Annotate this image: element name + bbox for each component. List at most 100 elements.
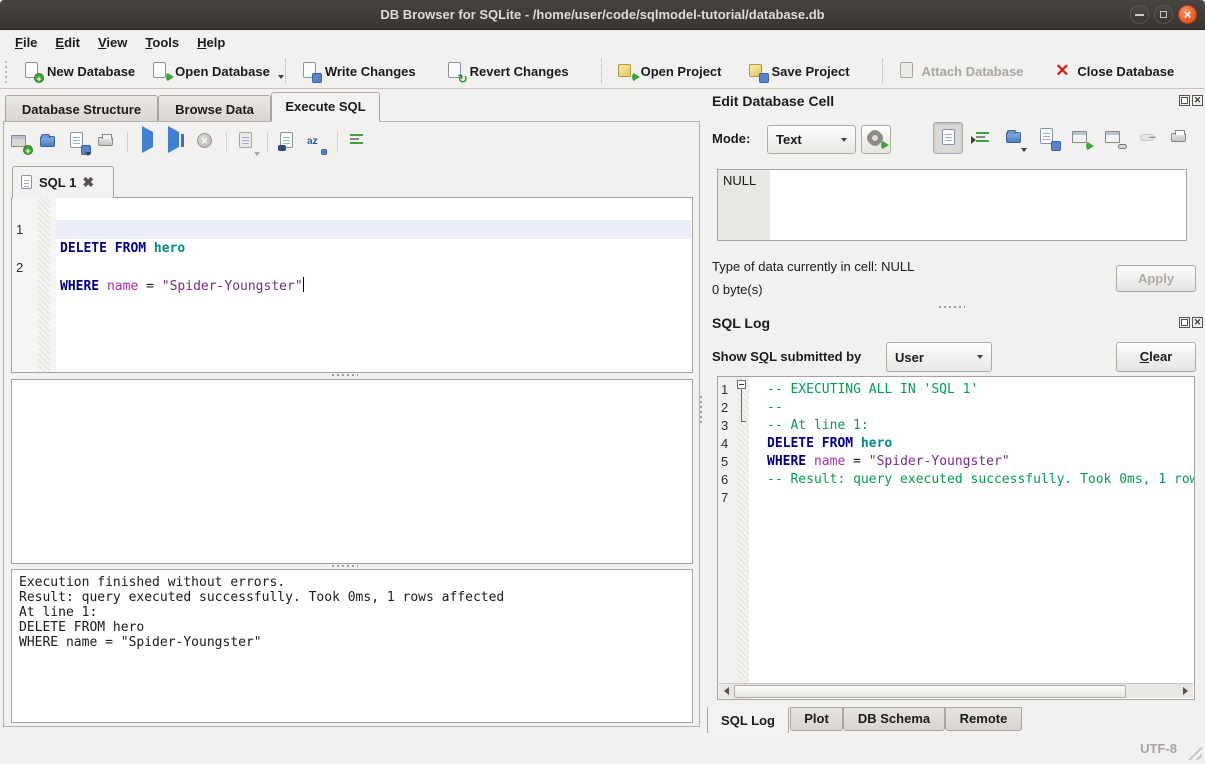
log-horizontal-scrollbar[interactable] <box>719 683 1193 698</box>
save-project-button[interactable]: Save Project <box>740 58 858 84</box>
sql-file-tab[interactable]: SQL 1 ✖ <box>12 166 114 198</box>
menu-help[interactable]: Help <box>188 32 234 53</box>
message-line: DELETE FROM hero <box>19 620 144 635</box>
write-changes-button[interactable]: Write Changes <box>293 58 424 84</box>
menu-tools-label: ools <box>152 35 179 50</box>
revert-changes-button[interactable]: ↻ Revert Changes <box>438 58 577 84</box>
write-changes-label: Write Changes <box>325 64 416 79</box>
editor-results-splitter[interactable] <box>332 374 358 376</box>
new-sql-tab-button[interactable]: + <box>10 132 30 152</box>
menubar: File Edit View Tools Help <box>0 30 1205 54</box>
copy-link-button[interactable] <box>1104 128 1124 148</box>
dock-tab-plot[interactable]: Plot <box>790 707 843 731</box>
print-sql-button[interactable] <box>97 132 117 152</box>
menu-view[interactable]: View <box>89 32 136 53</box>
dock-tab-remote[interactable]: Remote <box>945 707 1022 731</box>
stop-execution-button: ✕ <box>196 132 216 152</box>
close-database-button[interactable]: ✕ Close Database <box>1045 58 1182 84</box>
panel-splitter[interactable] <box>700 395 702 423</box>
tab-database-structure[interactable]: Database Structure <box>5 95 158 122</box>
results-pane[interactable] <box>11 379 693 564</box>
toolbar-separator <box>882 59 883 83</box>
new-database-label: New Database <box>47 64 135 79</box>
new-database-button[interactable]: + New Database <box>15 58 143 84</box>
toolbar-separator <box>226 132 227 152</box>
mode-combobox[interactable]: Text <box>767 125 856 154</box>
find-button[interactable] <box>278 132 298 152</box>
write-changes-icon <box>301 62 319 80</box>
edit-cell-dock-title: Edit Database Cell <box>712 93 834 109</box>
minimize-button[interactable] <box>1130 5 1149 24</box>
toolbar-separator <box>267 132 268 152</box>
word-wrap-button[interactable] <box>348 132 368 152</box>
menu-tools[interactable]: Tools <box>136 32 188 53</box>
toolbar-drag-handle[interactable] <box>5 59 12 83</box>
right-dock-area: Edit Database Cell ✕ Mode: Text NULL Typ… <box>703 89 1205 733</box>
fold-collapse-icon[interactable] <box>737 380 746 389</box>
new-database-icon: + <box>23 62 41 80</box>
execute-all-button[interactable] <box>138 132 158 152</box>
fold-guide-line <box>741 389 742 421</box>
edit-cell-float-icon[interactable] <box>1179 95 1190 106</box>
sql-log-view[interactable]: 1-- EXECUTING ALL IN 'SQL 1' 2-- 3-- At … <box>717 376 1195 700</box>
tab-browse-data[interactable]: Browse Data <box>158 95 271 122</box>
text-mode-button[interactable] <box>933 122 963 154</box>
sql-file-tab-close-icon[interactable]: ✖ <box>82 174 94 191</box>
print-cell-button[interactable] <box>1170 128 1190 148</box>
tab-execute-sql[interactable]: Execute SQL <box>271 92 380 122</box>
toolbar-separator <box>601 59 602 83</box>
menu-file[interactable]: File <box>6 32 46 53</box>
menu-file-label: ile <box>23 35 37 50</box>
cell-word-wrap-icon[interactable] <box>974 130 994 150</box>
menu-edit[interactable]: Edit <box>46 32 89 53</box>
sql-editor[interactable]: 1 DELETE FROM hero 2 WHERE name = "Spide… <box>11 197 693 373</box>
results-messages-splitter[interactable] <box>332 565 358 567</box>
toolbar-separator <box>127 132 128 152</box>
format-sql-button[interactable]: az <box>307 132 327 152</box>
encoding-indicator: UTF-8 <box>1140 741 1177 756</box>
export-cell-data-button[interactable] <box>1038 128 1058 148</box>
auto-mode-button[interactable] <box>861 125 891 154</box>
dock-tab-db-schema[interactable]: DB Schema <box>843 707 945 731</box>
open-database-dropdown-icon[interactable] <box>278 75 284 79</box>
menu-help-label: elp <box>207 35 226 50</box>
save-project-label: Save Project <box>772 64 850 79</box>
save-project-icon <box>748 62 766 80</box>
close-button[interactable]: × <box>1178 5 1197 24</box>
messages-pane[interactable]: Execution finished without errors. Resul… <box>11 569 693 723</box>
open-in-external-app-button[interactable] <box>1071 128 1091 148</box>
scrollbar-thumb[interactable] <box>734 685 1126 698</box>
dock-splitter[interactable] <box>939 306 965 308</box>
sql-log-dock-title: SQL Log <box>712 315 770 331</box>
sql-log-close-icon[interactable]: ✕ <box>1192 317 1203 328</box>
scroll-right-icon[interactable] <box>1178 684 1193 699</box>
apply-button: Apply <box>1116 265 1196 292</box>
close-icon: × <box>1179 6 1196 23</box>
line-number: 2 <box>16 258 36 277</box>
sql-file-icon <box>21 175 33 190</box>
edit-cell-close-icon[interactable]: ✕ <box>1192 95 1203 106</box>
maximize-button[interactable] <box>1154 5 1173 24</box>
document-icon <box>940 129 960 149</box>
scroll-left-icon[interactable] <box>719 684 734 699</box>
chevron-down-icon <box>977 355 983 359</box>
cell-value: NULL <box>723 173 756 188</box>
resize-grip-icon[interactable] <box>1188 746 1202 760</box>
mode-label: Mode: <box>712 131 750 146</box>
gear-icon <box>867 130 887 150</box>
dock-tab-sql-log[interactable]: SQL Log <box>707 707 789 734</box>
open-project-button[interactable]: Open Project <box>609 58 730 84</box>
open-sql-file-button[interactable] <box>39 132 59 152</box>
open-database-button[interactable]: Open Database <box>143 58 278 84</box>
maximize-icon <box>1160 11 1167 18</box>
execute-line-button[interactable] <box>167 132 187 152</box>
save-sql-file-button[interactable] <box>68 132 88 152</box>
cell-editor[interactable]: NULL <box>717 169 1187 241</box>
sql-log-float-icon[interactable] <box>1179 317 1190 328</box>
message-line: Result: query executed successfully. Too… <box>19 590 504 605</box>
import-cell-data-button[interactable] <box>1005 128 1025 148</box>
sql-source-combobox[interactable]: User <box>886 342 992 372</box>
tab-database-structure-label: Database Structure <box>22 102 141 117</box>
main-toolbar: + New Database Open Database Write Chang… <box>0 54 1205 89</box>
clear-log-button[interactable]: Clear <box>1116 342 1196 372</box>
